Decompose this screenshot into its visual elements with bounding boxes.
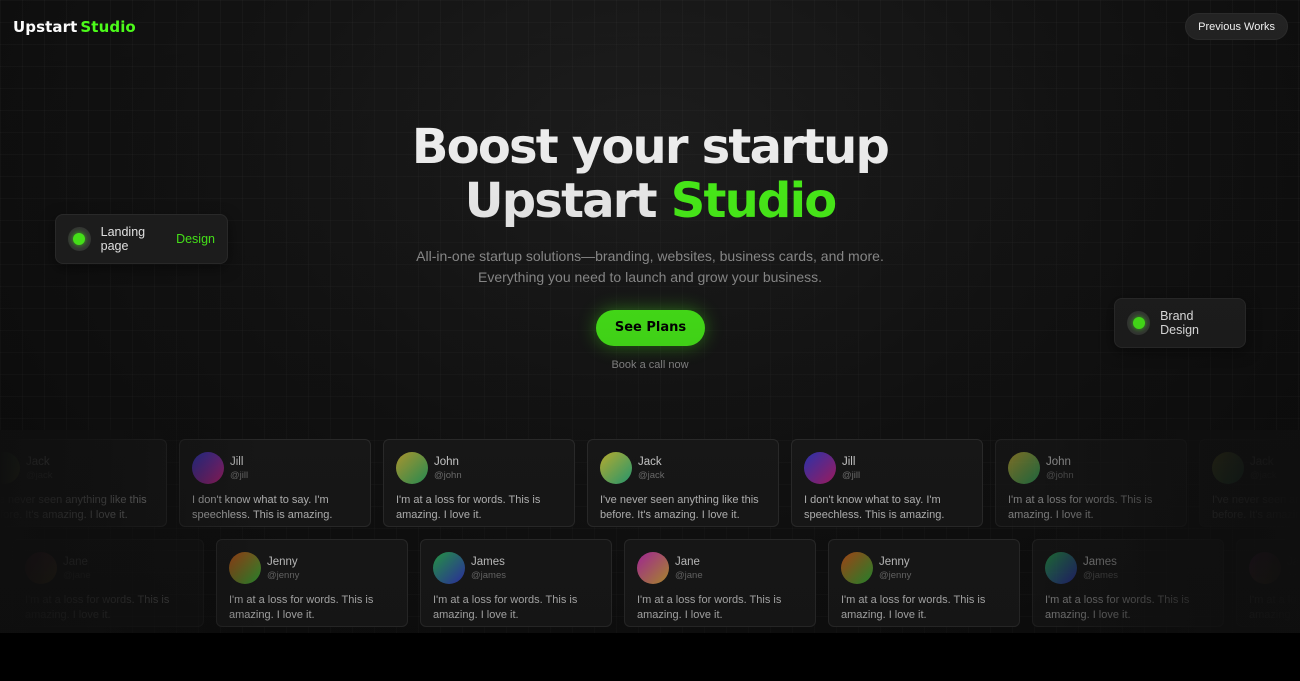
author-handle: @jack (26, 469, 53, 481)
testimonial-text: I've never seen anything like this befor… (1212, 494, 1300, 521)
avatar (1249, 552, 1281, 584)
avatar (25, 552, 57, 584)
testimonial-card: John @john I'm at a loss for words. This … (383, 439, 575, 527)
hero-section: Upstart Studio Previous Works Boost your … (0, 0, 1300, 633)
author-handle: @jack (1250, 469, 1277, 481)
author-handle: @jack (638, 469, 665, 481)
testimonial-card: Jenny @jenny I'm at a loss for words. Thi… (828, 539, 1020, 627)
landing-page-design-pill: Landing page Design (55, 214, 228, 264)
author-handle: @john (1046, 469, 1074, 481)
author-handle: @jane (1287, 569, 1300, 581)
brand-accent: Studio (80, 18, 136, 36)
avatar (637, 552, 669, 584)
headline-line-1: Boost your startup (411, 119, 890, 175)
avatar (229, 552, 261, 584)
avatar (192, 452, 224, 484)
testimonial-text: I'm at a loss for words. This is amazing… (841, 594, 986, 621)
subtitle-line-2: Everything you need to launch and grow y… (478, 269, 822, 285)
testimonial-row-1: Jack @jack I've never seen anything like … (0, 439, 1300, 527)
testimonial-card: Jenny @jenny I'm at a loss for words. Thi… (216, 539, 408, 627)
testimonial-text: I'm at a loss for words. This is amazing… (25, 594, 170, 621)
previous-works-button[interactable]: Previous Works (1185, 13, 1288, 40)
pill-label: Brand Design (1160, 309, 1200, 337)
testimonial-card: Jane@jane I'm at a loss for words. This … (624, 539, 816, 627)
author-name: Jenny (267, 555, 298, 568)
testimonial-card: Jill @jill I don't know what to say. I'm … (179, 439, 371, 527)
testimonial-text: I've never seen anything like this befor… (0, 494, 147, 521)
testimonial-card: Jack@jack I've never seen anything like … (1199, 439, 1300, 527)
author-name: James (1083, 555, 1117, 568)
author-name: Jane (63, 555, 88, 568)
testimonial-text: I've never seen anything like this befor… (600, 494, 759, 521)
avatar (1212, 452, 1244, 484)
author-handle: @jenny (879, 569, 912, 581)
author-handle: @jane (675, 569, 703, 581)
testimonial-card: Jane@jane I'm at a loss for words. This … (12, 539, 204, 627)
author-handle: @john (434, 469, 462, 481)
author-handle: @jill (230, 469, 249, 481)
headline-accent: Studio (670, 173, 837, 229)
avatar (841, 552, 873, 584)
author-name: Jill (842, 455, 856, 468)
avatar (1045, 552, 1077, 584)
author-handle: @james (1083, 569, 1118, 581)
avatar (0, 452, 20, 484)
testimonial-card: John @john I'm at a loss for words. This … (995, 439, 1187, 527)
avatar (804, 452, 836, 484)
testimonial-text: I'm at a loss for words. This is amazing… (637, 594, 782, 621)
testimonial-card: James @james I'm at a loss for words. Thi… (1032, 539, 1224, 627)
author-name: Jenny (879, 555, 910, 568)
testimonial-text: I'm at a loss for words. This is amazing… (1045, 594, 1190, 621)
testimonial-text: I don't know what to say. I'm speechless… (804, 494, 945, 521)
testimonial-text: I'm at a loss for words. This is amazing… (1249, 594, 1300, 621)
testimonial-text: I don't know what to say. I'm speechless… (192, 494, 333, 521)
testimonial-card: Jack@jack I've never seen anything like … (0, 439, 167, 527)
testimonial-text: I'm at a loss for words. This is amazing… (1008, 494, 1153, 521)
author-name: James (471, 555, 505, 568)
book-call-link[interactable]: Book a call now (0, 359, 1300, 371)
author-name: Jill (230, 455, 244, 468)
testimonial-text: I'm at a loss for words. This is amazing… (433, 594, 578, 621)
testimonial-card: Jill @jill I don't know what to say. I'm … (791, 439, 983, 527)
brand-logo[interactable]: Upstart Studio (13, 18, 136, 36)
testimonial-row-2: Jane @jane I'm at a loss for words. This … (0, 539, 1300, 627)
author-name: Jack (26, 455, 50, 468)
testimonial-text: I'm at a loss for words. This is amazing… (396, 494, 541, 521)
author-handle: @james (471, 569, 506, 581)
author-handle: @jenny (267, 569, 300, 581)
headline-brand: Upstart (464, 173, 658, 229)
see-plans-button[interactable]: See Plans (596, 310, 705, 346)
author-name: John (1046, 455, 1071, 468)
avatar (600, 452, 632, 484)
avatar (1008, 452, 1040, 484)
author-name: Jane (1287, 555, 1300, 568)
status-dot-icon (68, 227, 91, 251)
testimonial-card: James @james I'm at a loss for words. Thi… (420, 539, 612, 627)
brand-design-pill: Brand Design (1114, 298, 1246, 348)
pill-label: Landing page (100, 225, 146, 253)
pill-accent: Design (176, 232, 215, 246)
author-name: Jane (675, 555, 700, 568)
author-name: Jack (638, 455, 662, 468)
brand-name: Upstart (13, 18, 78, 36)
testimonial-text: I'm at a loss for words. This is amazing… (229, 594, 374, 621)
avatar (396, 452, 428, 484)
page-title: Boost your startup Upstart Studio (0, 120, 1300, 228)
author-name: Jack (1250, 455, 1274, 468)
author-handle: @jill (842, 469, 861, 481)
avatar (433, 552, 465, 584)
testimonial-card: Jane@jane I'm at a loss for words. This … (1236, 539, 1300, 627)
testimonial-card: Jack@jack I've never seen anything like … (587, 439, 779, 527)
status-dot-icon (1127, 311, 1151, 335)
author-handle: @jane (63, 569, 91, 581)
author-name: John (434, 455, 459, 468)
